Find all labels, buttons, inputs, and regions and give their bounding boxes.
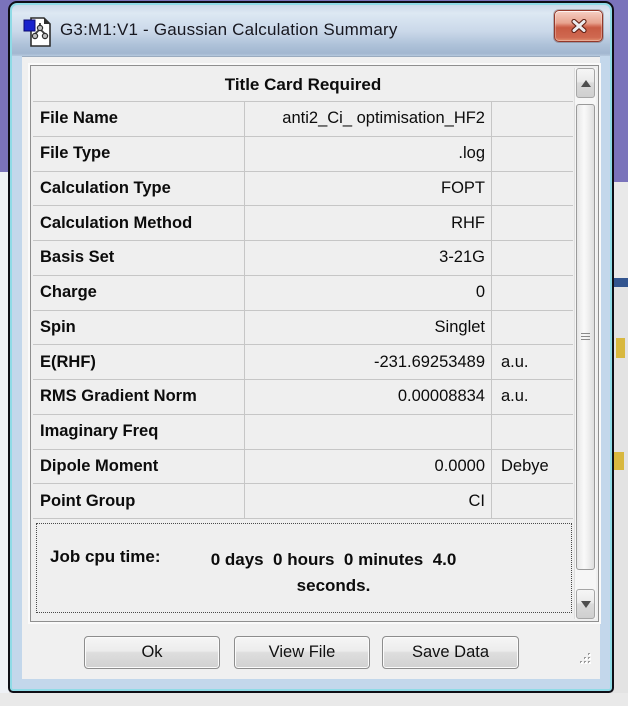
table-row-energy-rhf: E(RHF) -231.69253489 a.u.	[33, 345, 573, 380]
vertical-scrollbar[interactable]	[574, 68, 596, 619]
triangle-up-icon	[580, 79, 591, 87]
row-label: Basis Set	[33, 241, 245, 275]
row-label: Calculation Method	[33, 206, 245, 240]
row-value: FOPT	[245, 171, 492, 206]
title-bar[interactable]: G3:M1:V1 - Gaussian Calculation Summary	[12, 5, 610, 56]
row-value: 0.00008834	[245, 380, 492, 414]
background-strip-right	[613, 0, 628, 182]
row-value	[245, 414, 492, 449]
table-row-dipole-moment: Dipole Moment 0.0000 Debye	[33, 449, 573, 485]
gaussview-molecule-document-icon	[23, 17, 51, 47]
row-unit	[492, 415, 573, 449]
close-button[interactable]	[554, 10, 603, 42]
save-data-button[interactable]: Save Data	[382, 636, 519, 669]
table-row-file-type: File Type .log	[33, 136, 573, 172]
table-row-file-name: File Name anti2_Ci_ optimisation_HF2	[33, 102, 573, 137]
dialog-client-area: Title Card Required File Name anti2_Ci_ …	[22, 56, 600, 679]
row-label: RMS Gradient Norm	[33, 380, 245, 414]
row-label: E(RHF)	[33, 345, 245, 379]
table-row-rms-gradient-norm: RMS Gradient Norm 0.00008834 a.u.	[33, 380, 573, 415]
table-row-point-group: Point Group CI	[33, 484, 573, 519]
row-unit	[492, 206, 573, 240]
row-value: .log	[245, 136, 492, 171]
summary-table: Title Card Required File Name anti2_Ci_ …	[33, 68, 573, 613]
row-label: File Type	[33, 136, 245, 171]
scroll-up-button[interactable]	[576, 68, 595, 98]
row-value: Singlet	[245, 310, 492, 345]
row-unit: a.u.	[501, 387, 529, 406]
dialog-window: G3:M1:V1 - Gaussian Calculation Summary …	[8, 1, 614, 693]
scrollbar-thumb[interactable]	[576, 104, 595, 570]
row-value: 3-21G	[245, 241, 492, 275]
row-label: Dipole Moment	[33, 449, 245, 484]
scrollbar-grip-icon	[581, 333, 590, 341]
row-value: 0.0000	[245, 449, 492, 484]
table-row-calculation-method: Calculation Method RHF	[33, 206, 573, 241]
table-header-title-card: Title Card Required	[33, 68, 573, 102]
table-row-basis-set: Basis Set 3-21G	[33, 241, 573, 276]
row-label: Imaginary Freq	[33, 414, 245, 449]
window-title: G3:M1:V1 - Gaussian Calculation Summary	[60, 20, 398, 39]
row-label: File Name	[33, 102, 245, 136]
resize-grip[interactable]	[578, 651, 592, 665]
row-value: RHF	[245, 206, 492, 240]
job-cpu-time-value: 0 days 0 hours 0 minutes 4.0 seconds.	[210, 550, 462, 595]
row-unit	[492, 311, 573, 345]
background-strip-right-line	[613, 278, 628, 287]
triangle-down-icon	[580, 600, 591, 608]
row-label: Point Group	[33, 484, 245, 518]
row-value: CI	[245, 484, 492, 518]
row-unit: a.u.	[501, 352, 529, 371]
background-strip-right-mid	[613, 182, 628, 278]
table-row-imaginary-freq: Imaginary Freq	[33, 414, 573, 450]
background-fragment	[616, 338, 625, 358]
table-row-spin: Spin Singlet	[33, 310, 573, 346]
background-strip-bottom	[0, 693, 628, 706]
summary-table-panel: Title Card Required File Name anti2_Ci_ …	[30, 65, 599, 622]
row-unit	[492, 102, 573, 136]
scroll-down-button[interactable]	[576, 589, 595, 619]
row-unit	[492, 137, 573, 171]
table-row-charge: Charge 0	[33, 275, 573, 311]
row-unit	[492, 484, 573, 518]
ok-button[interactable]: Ok	[84, 636, 220, 669]
row-value: 0	[245, 275, 492, 310]
table-row-calculation-type: Calculation Type FOPT	[33, 171, 573, 207]
row-label: Charge	[33, 275, 245, 310]
x-close-icon	[570, 19, 587, 33]
job-cpu-time-box: Job cpu time: 0 days 0 hours 0 minutes 4…	[36, 523, 572, 613]
row-unit	[492, 172, 573, 206]
row-unit	[492, 276, 573, 310]
row-value: anti2_Ci_ optimisation_HF2	[245, 102, 492, 136]
view-file-button[interactable]: View File	[234, 636, 370, 669]
row-unit: Debye	[501, 456, 549, 475]
job-cpu-time-label: Job cpu time:	[50, 547, 161, 566]
row-label: Calculation Type	[33, 171, 245, 206]
row-unit	[492, 241, 573, 275]
row-label: Spin	[33, 310, 245, 345]
background-fragment	[614, 452, 624, 470]
row-value: -231.69253489	[245, 345, 492, 379]
